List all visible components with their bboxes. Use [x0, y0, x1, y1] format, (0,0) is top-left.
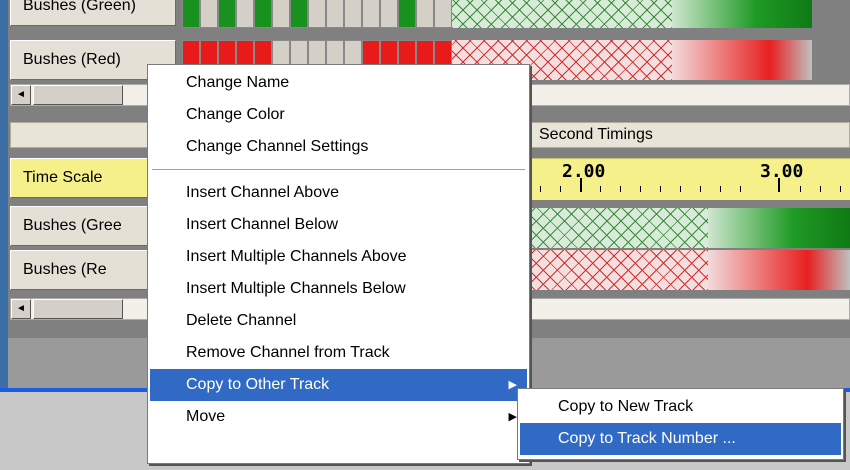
- fade-region[interactable]: [672, 0, 812, 28]
- channel-cells-red-bottom[interactable]: [520, 250, 850, 290]
- ruler-tick: [820, 186, 821, 192]
- menu-separator: [150, 163, 527, 177]
- ruler-tick: [840, 186, 841, 192]
- scroll-thumb[interactable]: [33, 299, 123, 319]
- cell[interactable]: [416, 0, 434, 28]
- cell[interactable]: [326, 0, 344, 28]
- menu-item-insert-multiple-above[interactable]: Insert Multiple Channels Above: [150, 241, 527, 273]
- hatched-region[interactable]: [452, 0, 672, 28]
- cell[interactable]: [254, 0, 272, 28]
- ruler-tick: [660, 186, 661, 192]
- menu-item-label: Move: [186, 408, 226, 425]
- cell[interactable]: [344, 0, 362, 28]
- menu-item-copy-to-other-track[interactable]: Copy to Other Track ▶: [150, 369, 527, 401]
- window-left-edge: [0, 0, 8, 390]
- cell[interactable]: [236, 0, 254, 28]
- submenu-item-copy-to-track-number[interactable]: Copy to Track Number ...: [520, 423, 841, 455]
- cell[interactable]: [398, 0, 416, 28]
- channel-cells-green-bottom[interactable]: [520, 208, 850, 248]
- ruler-tick: [540, 186, 541, 192]
- menu-item-insert-channel-below[interactable]: Insert Channel Below: [150, 209, 527, 241]
- cell[interactable]: [380, 0, 398, 28]
- ruler-tick: [620, 186, 621, 192]
- cell[interactable]: [200, 0, 218, 28]
- cell[interactable]: [272, 0, 290, 28]
- ruler-tick: [560, 186, 561, 192]
- cell[interactable]: [218, 0, 236, 28]
- scroll-left-arrow-icon[interactable]: ◄: [11, 85, 31, 105]
- menu-item-insert-channel-above[interactable]: Insert Channel Above: [150, 177, 527, 209]
- submenu-arrow-icon: ▶: [508, 379, 517, 391]
- menu-item-change-channel-settings[interactable]: Change Channel Settings: [150, 131, 527, 163]
- time-ruler[interactable]: 2.00 3.00: [520, 158, 850, 200]
- menu-item-delete-channel[interactable]: Delete Channel: [150, 305, 527, 337]
- menu-item-change-name[interactable]: Change Name: [150, 67, 527, 99]
- menu-item-label: Copy to Other Track: [186, 376, 330, 393]
- timing-label: Second Timings: [539, 126, 653, 143]
- cell[interactable]: [434, 0, 452, 28]
- menu-item-change-color[interactable]: Change Color: [150, 99, 527, 131]
- hatched-region[interactable]: [520, 250, 708, 290]
- ruler-label: 2.00: [562, 161, 606, 182]
- ruler-tick: [740, 186, 741, 192]
- scroll-left-arrow-icon[interactable]: ◄: [11, 299, 31, 319]
- ruler-tick: [700, 186, 701, 192]
- hatched-region[interactable]: [520, 208, 708, 248]
- submenu-arrow-icon: ▶: [508, 411, 517, 423]
- fade-region[interactable]: [708, 208, 850, 248]
- cell[interactable]: [290, 0, 308, 28]
- ruler-tick: [800, 186, 801, 192]
- ruler-tick: [640, 186, 641, 192]
- ruler-tick: [580, 178, 582, 192]
- menu-item-remove-channel-from-track[interactable]: Remove Channel from Track: [150, 337, 527, 369]
- ruler-tick: [778, 178, 780, 192]
- cell[interactable]: [182, 0, 200, 28]
- cell[interactable]: [362, 0, 380, 28]
- fade-region[interactable]: [708, 250, 850, 290]
- scroll-thumb[interactable]: [33, 85, 123, 105]
- menu-item-insert-multiple-below[interactable]: Insert Multiple Channels Below: [150, 273, 527, 305]
- submenu-item-copy-to-new-track[interactable]: Copy to New Track: [520, 391, 841, 423]
- menu-item-move[interactable]: Move ▶: [150, 401, 527, 433]
- channel-cells-green-top[interactable]: [182, 0, 812, 28]
- channel-context-menu: Change Name Change Color Change Channel …: [147, 64, 530, 464]
- fade-region[interactable]: [672, 40, 812, 80]
- ruler-label: 3.00: [760, 161, 804, 182]
- channel-button-bushes-green[interactable]: Bushes (Green): [10, 0, 176, 26]
- copy-to-track-submenu: Copy to New Track Copy to Track Number .…: [517, 388, 844, 460]
- ruler-tick: [600, 186, 601, 192]
- cell[interactable]: [308, 0, 326, 28]
- ruler-tick: [680, 186, 681, 192]
- ruler-tick: [720, 186, 721, 192]
